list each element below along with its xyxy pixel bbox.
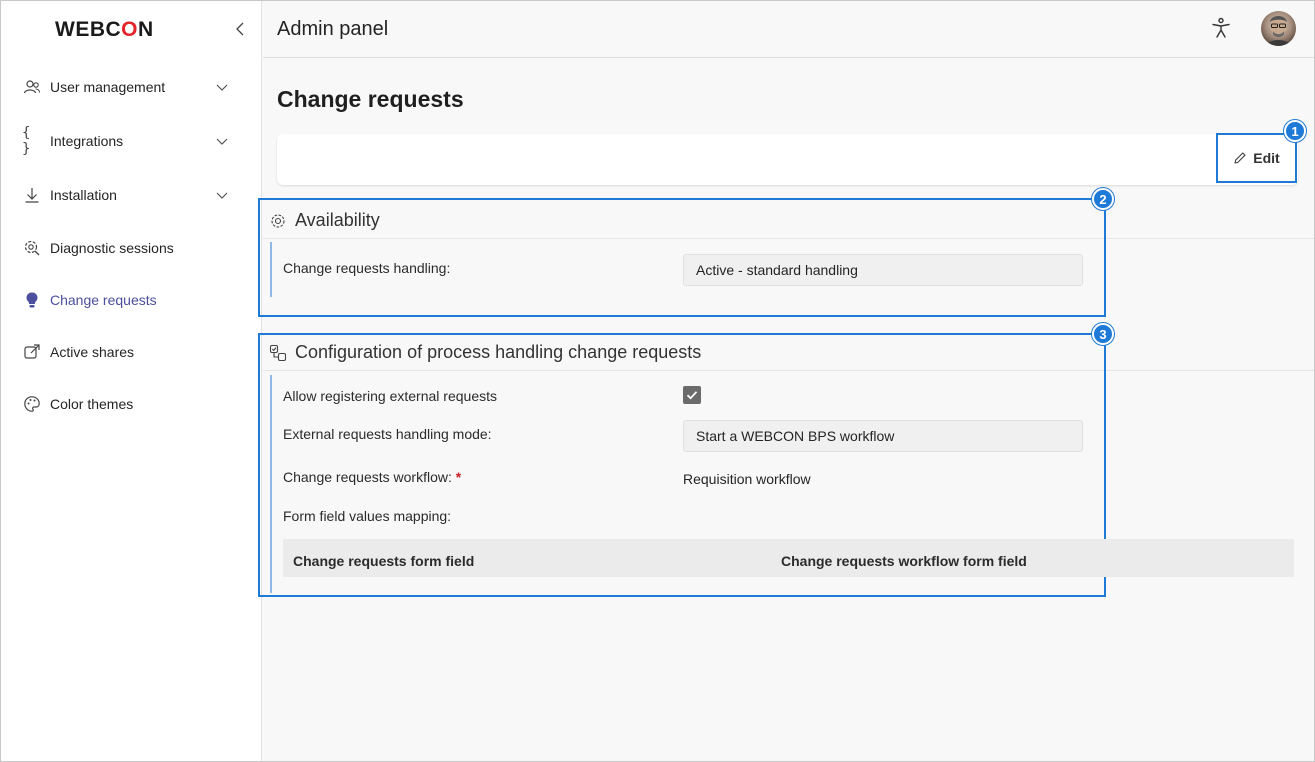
checkmark-icon [686,391,698,400]
logo-text-a: WEBC [55,18,122,41]
allow-external-requests-checkbox[interactable] [683,386,701,404]
sidebar-item-diagnostic-sessions[interactable]: Diagnostic sessions [1,228,262,268]
sidebar-item-label: User management [50,79,166,95]
page-title: Change requests [277,86,464,112]
accessibility-button[interactable] [1209,16,1233,40]
configuration-title-text: Configuration of process handling change… [295,342,702,362]
process-icon [269,344,287,361]
external-mode-label: External requests handling mode: [283,426,492,442]
braces-icon: { } [22,125,33,157]
allow-external-requests-label: Allow registering external requests [283,388,497,404]
accessibility-icon [1212,17,1230,38]
sidebar-item-installation[interactable]: Installation [1,175,262,215]
edit-button-label: Edit [1253,150,1280,166]
header-title: Admin panel [277,18,389,40]
sidebar-item-label: Color themes [50,396,134,412]
webcon-logo: WEBCON [55,18,154,42]
section-accent-bar [270,375,272,593]
mapping-table-header: Change requests form field Change reques… [283,539,1294,577]
edit-button[interactable]: Edit [1216,133,1297,183]
lightbulb-icon [22,290,42,310]
sidebar-item-label: Diagnostic sessions [50,240,174,256]
availability-section-title: Availability [269,210,380,231]
callout-badge-2: 2 [1092,188,1114,210]
logo-text-b: N [138,18,154,41]
sidebar: WEBCON User management { } Integrations … [1,1,262,761]
top-header: Admin panel [263,1,1314,58]
external-mode-field[interactable]: Start a WEBCON BPS workflow [683,420,1083,452]
chevron-left-icon [236,22,244,36]
chevron-down-icon [216,192,228,199]
chevron-down-icon [216,84,228,91]
sidebar-item-change-requests[interactable]: Change requests [1,280,262,320]
user-avatar[interactable] [1261,11,1296,46]
share-icon [22,342,42,362]
collapse-sidebar-button[interactable] [231,19,251,39]
sidebar-item-color-themes[interactable]: Color themes [1,384,262,424]
gear-search-icon [22,238,42,258]
gear-icon [271,213,285,228]
logo-text-o: O [121,18,139,41]
configuration-section-title: Configuration of process handling change… [269,342,701,363]
pencil-icon [1234,152,1246,164]
mapping-column-header: Change requests workflow form field [781,553,1027,569]
section-accent-bar [270,242,272,297]
chevron-down-icon [216,138,228,145]
workflow-label: Change requests workflow: * [283,469,461,485]
availability-title-text: Availability [295,210,380,230]
workflow-value: Requisition workflow [683,471,811,487]
sidebar-item-label: Change requests [50,292,157,308]
sidebar-item-label: Integrations [50,133,124,149]
sidebar-item-integrations[interactable]: { } Integrations [1,121,262,161]
workflow-label-text: Change requests workflow: [283,469,452,485]
callout-badge-1: 1 [1284,120,1306,142]
palette-icon [22,394,42,414]
change-requests-handling-field[interactable]: Active - standard handling [683,254,1083,286]
toolbar [277,134,1298,185]
callout-badge-3: 3 [1092,323,1114,345]
sidebar-item-label: Active shares [50,344,135,360]
sidebar-item-label: Installation [50,187,117,203]
required-mark: * [455,469,462,485]
users-icon [22,77,42,97]
sidebar-item-active-shares[interactable]: Active shares [1,332,262,372]
download-icon [22,185,42,205]
change-requests-handling-label: Change requests handling: [283,260,451,276]
mapping-column-header: Change requests form field [293,553,475,569]
mapping-label: Form field values mapping: [283,508,452,524]
sidebar-item-user-management[interactable]: User management [1,67,262,107]
